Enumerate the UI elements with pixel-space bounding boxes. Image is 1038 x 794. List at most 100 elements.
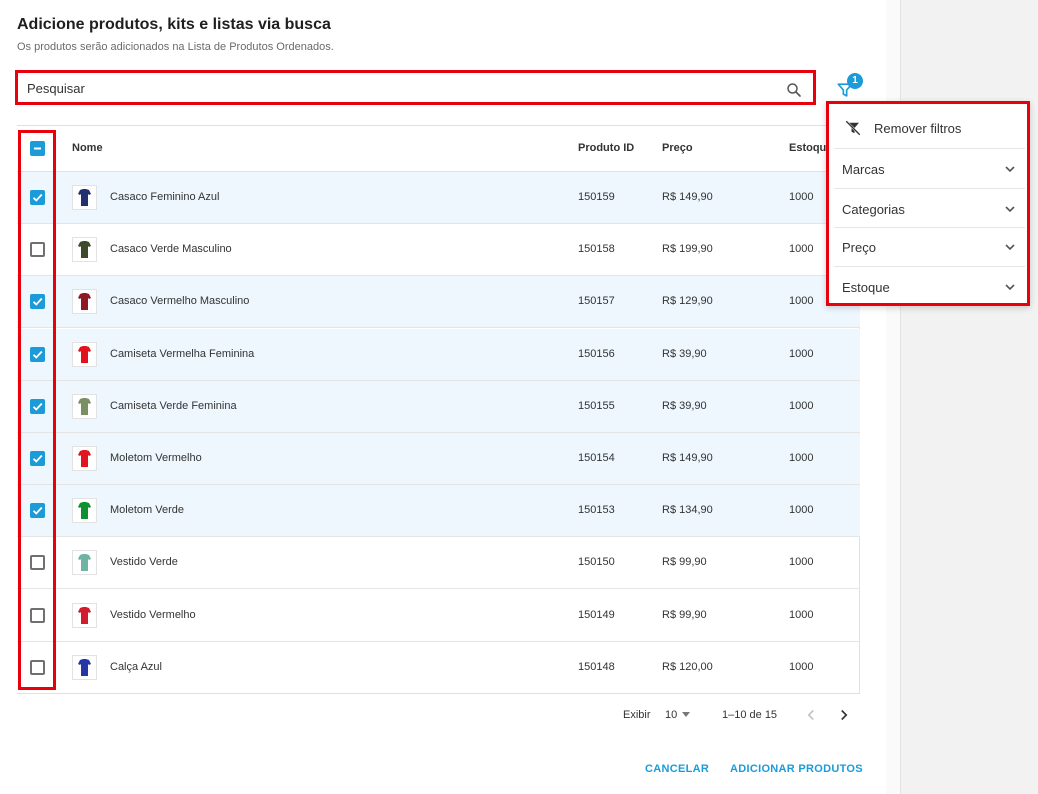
- search-icon[interactable]: [785, 81, 803, 99]
- page-size-select[interactable]: 10: [663, 707, 693, 725]
- product-name: Calça Azul: [110, 661, 162, 673]
- add-products-button[interactable]: ADICIONAR PRODUTOS: [730, 763, 863, 775]
- product-thumbnail: [72, 394, 97, 419]
- chevron-down-icon: [1005, 284, 1015, 291]
- column-header-nome[interactable]: Nome: [72, 142, 103, 154]
- product-price: R$ 149,90: [662, 452, 713, 464]
- filter-menu: Remover filtros Marcas Categorias Preço …: [826, 101, 1030, 306]
- cancel-button[interactable]: CANCELAR: [645, 763, 709, 775]
- row-checkbox[interactable]: [30, 242, 45, 257]
- product-thumbnail: [72, 446, 97, 471]
- products-table: Nome Produto ID Preço Estoque Casaco Fem…: [17, 125, 860, 694]
- product-thumbnail: [72, 603, 97, 628]
- add-products-panel: Adicione produtos, kits e listas via bus…: [0, 0, 886, 794]
- table-row[interactable]: Moletom Vermelho 150154 R$ 149,90 1000: [17, 433, 860, 485]
- table-row[interactable]: Camiseta Verde Feminina 150155 R$ 39,90 100…: [17, 381, 860, 433]
- product-thumbnail: [72, 498, 97, 523]
- product-id: 150149: [578, 609, 615, 621]
- row-checkbox[interactable]: [30, 555, 45, 570]
- search-box: [15, 70, 816, 105]
- product-stock: 1000: [789, 556, 814, 568]
- product-id: 150156: [578, 348, 615, 360]
- product-name: Casaco Verde Masculino: [110, 243, 232, 255]
- filter-item-estoque[interactable]: Estoque: [834, 267, 1025, 303]
- product-id: 150157: [578, 295, 615, 307]
- column-header-produto-id[interactable]: Produto ID: [578, 142, 634, 154]
- chevron-down-icon: [1005, 244, 1015, 251]
- row-checkbox[interactable]: [30, 503, 45, 518]
- pagination-range: 1–10 de 15: [722, 709, 778, 721]
- product-id: 150153: [578, 504, 615, 516]
- product-name: Moletom Verde: [110, 504, 184, 516]
- filter-item-label: Estoque: [842, 280, 890, 295]
- product-price: R$ 120,00: [662, 661, 713, 673]
- product-price: R$ 134,90: [662, 504, 713, 516]
- filter-item-label: Categorias: [842, 202, 905, 217]
- product-name: Casaco Feminino Azul: [110, 191, 220, 203]
- product-price: R$ 199,90: [662, 243, 713, 255]
- filter-count-badge: 1: [847, 73, 863, 89]
- product-name: Vestido Verde: [110, 556, 178, 568]
- product-name: Camiseta Verde Feminina: [110, 400, 237, 412]
- page-subtitle: Os produtos serão adicionados na Lista d…: [17, 41, 334, 53]
- product-price: R$ 39,90: [662, 400, 707, 412]
- product-stock: 1000: [789, 400, 814, 412]
- table-row[interactable]: Casaco Verde Masculino 150158 R$ 199,90 100…: [17, 224, 860, 276]
- remove-filters-item[interactable]: Remover filtros: [834, 107, 1025, 149]
- product-name: Camiseta Vermelha Feminina: [110, 348, 255, 360]
- table-row[interactable]: Camiseta Vermelha Feminina 150156 R$ 39,90…: [17, 329, 860, 381]
- product-id: 150154: [578, 452, 615, 464]
- table-header: Nome Produto ID Preço Estoque: [17, 126, 860, 172]
- row-checkbox[interactable]: [30, 190, 45, 205]
- product-stock: 1000: [789, 243, 814, 255]
- row-checkbox[interactable]: [30, 399, 45, 414]
- row-checkbox[interactable]: [30, 347, 45, 362]
- product-thumbnail: [72, 237, 97, 262]
- table-row[interactable]: Vestido Verde 150150 R$ 99,90 1000: [17, 537, 860, 589]
- product-price: R$ 149,90: [662, 191, 713, 203]
- product-price: R$ 129,90: [662, 295, 713, 307]
- product-stock: 1000: [789, 661, 814, 673]
- column-header-preco[interactable]: Preço: [662, 142, 693, 154]
- product-name: Moletom Vermelho: [110, 452, 202, 464]
- product-id: 150158: [578, 243, 615, 255]
- product-name: Casaco Vermelho Masculino: [110, 295, 250, 307]
- remove-filters-label: Remover filtros: [874, 121, 962, 136]
- product-thumbnail: [72, 185, 97, 210]
- product-price: R$ 99,90: [662, 609, 707, 621]
- row-checkbox[interactable]: [30, 451, 45, 466]
- chevron-down-icon: [1005, 206, 1015, 213]
- filter-item-categorias[interactable]: Categorias: [834, 189, 1025, 228]
- filter-item-label: Marcas: [842, 162, 885, 177]
- product-stock: 1000: [789, 452, 814, 464]
- product-id: 150148: [578, 661, 615, 673]
- filter-item-preco[interactable]: Preço: [834, 228, 1025, 267]
- row-checkbox[interactable]: [30, 660, 45, 675]
- product-id: 150155: [578, 400, 615, 412]
- product-stock: 1000: [789, 295, 814, 307]
- product-id: 150159: [578, 191, 615, 203]
- table-row[interactable]: Calça Azul 150148 R$ 120,00 1000: [17, 642, 860, 694]
- chevron-left-icon[interactable]: [802, 706, 820, 724]
- table-row[interactable]: Casaco Feminino Azul 150159 R$ 149,90 1000: [17, 172, 860, 224]
- product-stock: 1000: [789, 348, 814, 360]
- product-id: 150150: [578, 556, 615, 568]
- select-all-checkbox[interactable]: [30, 141, 45, 156]
- product-thumbnail: [72, 655, 97, 680]
- chevron-down-icon: [1005, 166, 1015, 173]
- chevron-right-icon[interactable]: [835, 706, 853, 724]
- page-title: Adicione produtos, kits e listas via bus…: [17, 16, 331, 33]
- row-checkbox[interactable]: [30, 608, 45, 623]
- filter-item-label: Preço: [842, 240, 876, 255]
- row-checkbox[interactable]: [30, 294, 45, 309]
- product-thumbnail: [72, 342, 97, 367]
- product-name: Vestido Vermelho: [110, 609, 196, 621]
- product-thumbnail: [72, 289, 97, 314]
- page-size-value: 10: [665, 709, 678, 721]
- filter-item-marcas[interactable]: Marcas: [834, 149, 1025, 189]
- table-row[interactable]: Moletom Verde 150153 R$ 134,90 1000: [17, 485, 860, 537]
- table-row[interactable]: Casaco Vermelho Masculino 150157 R$ 129,90…: [17, 276, 860, 328]
- product-thumbnail: [72, 550, 97, 575]
- table-row[interactable]: Vestido Vermelho 150149 R$ 99,90 1000: [17, 590, 860, 642]
- search-input[interactable]: [27, 79, 767, 97]
